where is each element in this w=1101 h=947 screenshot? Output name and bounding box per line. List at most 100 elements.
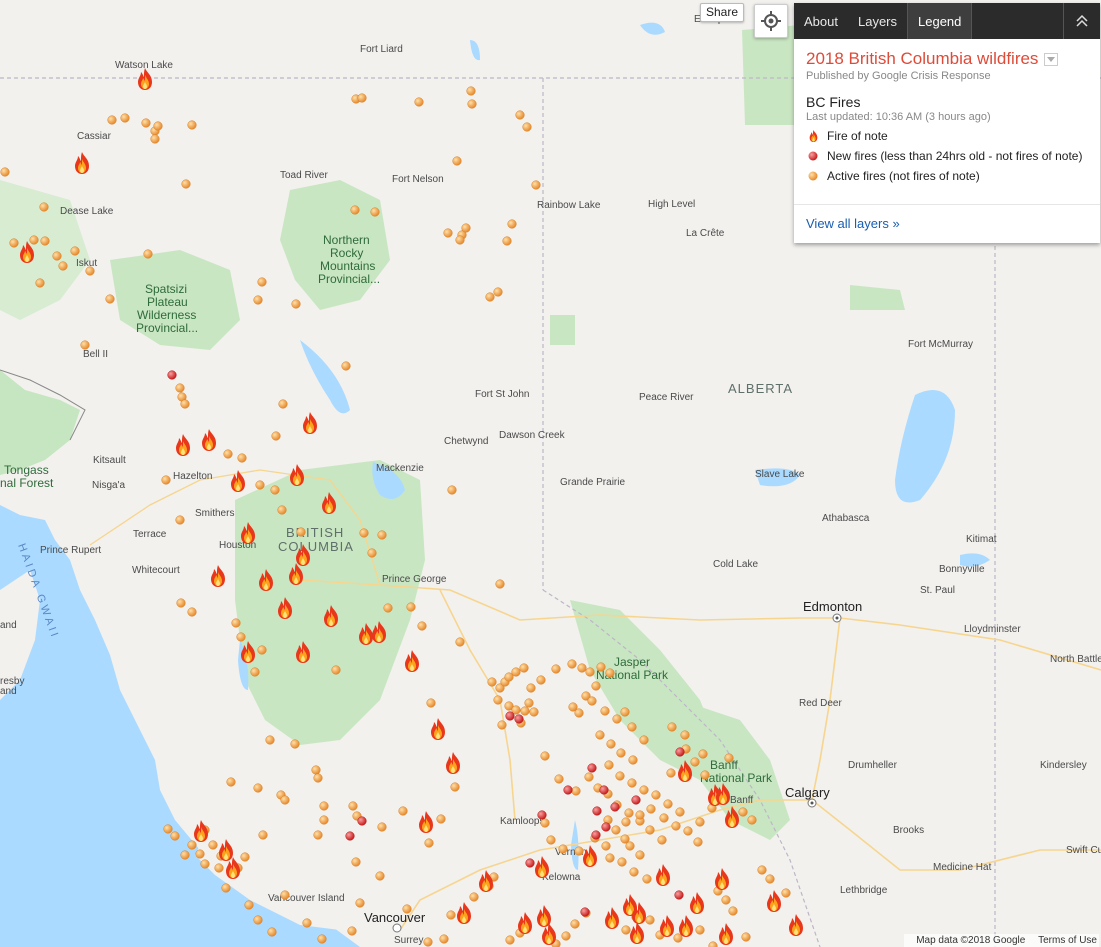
active-fire-marker[interactable] xyxy=(606,739,616,749)
active-fire-marker[interactable] xyxy=(721,895,731,905)
active-fire-marker[interactable] xyxy=(402,904,412,914)
active-fire-marker[interactable] xyxy=(120,113,130,123)
active-fire-marker[interactable] xyxy=(639,785,649,795)
active-fire-marker[interactable] xyxy=(522,122,532,132)
active-fire-marker[interactable] xyxy=(673,933,683,943)
active-fire-marker[interactable] xyxy=(502,236,512,246)
active-fire-marker[interactable] xyxy=(29,235,39,245)
active-fire-marker[interactable] xyxy=(267,927,277,937)
active-fire-marker[interactable] xyxy=(605,668,615,678)
active-fire-marker[interactable] xyxy=(574,708,584,718)
active-fire-marker[interactable] xyxy=(635,850,645,860)
active-fire-marker[interactable] xyxy=(645,825,655,835)
active-fire-marker[interactable] xyxy=(423,937,433,947)
active-fire-marker[interactable] xyxy=(236,632,246,642)
active-fire-marker[interactable] xyxy=(447,485,457,495)
active-fire-marker[interactable] xyxy=(350,205,360,215)
active-fire-marker[interactable] xyxy=(58,261,68,271)
active-fire-marker[interactable] xyxy=(170,831,180,841)
active-fire-marker[interactable] xyxy=(757,865,767,875)
new-fire-marker[interactable] xyxy=(345,831,355,841)
active-fire-marker[interactable] xyxy=(493,695,503,705)
active-fire-marker[interactable] xyxy=(290,739,300,749)
active-fire-marker[interactable] xyxy=(175,515,185,525)
active-fire-marker[interactable] xyxy=(621,925,631,935)
active-fire-marker[interactable] xyxy=(39,202,49,212)
active-fire-marker[interactable] xyxy=(591,681,601,691)
active-fire-marker[interactable] xyxy=(600,706,610,716)
active-fire-marker[interactable] xyxy=(439,934,449,944)
active-fire-marker[interactable] xyxy=(319,801,329,811)
new-fire-marker[interactable] xyxy=(601,822,611,832)
active-fire-marker[interactable] xyxy=(693,837,703,847)
active-fire-marker[interactable] xyxy=(577,663,587,673)
active-fire-marker[interactable] xyxy=(461,223,471,233)
active-fire-marker[interactable] xyxy=(493,287,503,297)
active-fire-marker[interactable] xyxy=(612,714,622,724)
new-fire-marker[interactable] xyxy=(167,370,177,380)
active-fire-marker[interactable] xyxy=(601,841,611,851)
active-fire-marker[interactable] xyxy=(466,86,476,96)
active-fire-marker[interactable] xyxy=(35,278,45,288)
active-fire-marker[interactable] xyxy=(278,399,288,409)
active-fire-marker[interactable] xyxy=(571,786,581,796)
active-fire-marker[interactable] xyxy=(280,890,290,900)
active-fire-marker[interactable] xyxy=(695,925,705,935)
active-fire-marker[interactable] xyxy=(561,931,571,941)
active-fire-marker[interactable] xyxy=(666,768,676,778)
active-fire-marker[interactable] xyxy=(546,835,556,845)
new-fire-marker[interactable] xyxy=(631,795,641,805)
tab-legend[interactable]: Legend xyxy=(907,3,973,39)
active-fire-marker[interactable] xyxy=(302,918,312,928)
active-fire-marker[interactable] xyxy=(181,179,191,189)
active-fire-marker[interactable] xyxy=(540,818,550,828)
active-fire-marker[interactable] xyxy=(724,753,734,763)
active-fire-marker[interactable] xyxy=(163,824,173,834)
active-fire-marker[interactable] xyxy=(367,548,377,558)
new-fire-marker[interactable] xyxy=(525,858,535,868)
active-fire-marker[interactable] xyxy=(455,235,465,245)
active-fire-marker[interactable] xyxy=(40,236,50,246)
active-fire-marker[interactable] xyxy=(620,707,630,717)
active-fire-marker[interactable] xyxy=(625,841,635,851)
active-fire-marker[interactable] xyxy=(605,853,615,863)
active-fire-marker[interactable] xyxy=(519,663,529,673)
active-fire-marker[interactable] xyxy=(642,874,652,884)
active-fire-marker[interactable] xyxy=(187,840,197,850)
active-fire-marker[interactable] xyxy=(175,383,185,393)
active-fire-marker[interactable] xyxy=(187,607,197,617)
tab-about[interactable]: About xyxy=(794,3,848,39)
active-fire-marker[interactable] xyxy=(485,292,495,302)
active-fire-marker[interactable] xyxy=(455,637,465,647)
active-fire-marker[interactable] xyxy=(347,926,357,936)
active-fire-marker[interactable] xyxy=(436,814,446,824)
active-fire-marker[interactable] xyxy=(675,807,685,817)
active-fire-marker[interactable] xyxy=(351,857,361,867)
active-fire-marker[interactable] xyxy=(551,664,561,674)
active-fire-marker[interactable] xyxy=(250,667,260,677)
active-fire-marker[interactable] xyxy=(616,748,626,758)
active-fire-marker[interactable] xyxy=(570,919,580,929)
active-fire-marker[interactable] xyxy=(52,251,62,261)
active-fire-marker[interactable] xyxy=(153,121,163,131)
active-fire-marker[interactable] xyxy=(698,749,708,759)
active-fire-marker[interactable] xyxy=(765,874,775,884)
active-fire-marker[interactable] xyxy=(319,815,329,825)
active-fire-marker[interactable] xyxy=(141,118,151,128)
active-fire-marker[interactable] xyxy=(747,815,757,825)
active-fire-marker[interactable] xyxy=(467,99,477,109)
active-fire-marker[interactable] xyxy=(635,810,645,820)
active-fire-marker[interactable] xyxy=(105,294,115,304)
active-fire-marker[interactable] xyxy=(406,602,416,612)
active-fire-marker[interactable] xyxy=(495,579,505,589)
active-fire-marker[interactable] xyxy=(143,249,153,259)
active-fire-marker[interactable] xyxy=(253,295,263,305)
active-fire-marker[interactable] xyxy=(253,915,263,925)
active-fire-marker[interactable] xyxy=(398,806,408,816)
active-fire-marker[interactable] xyxy=(257,277,267,287)
active-fire-marker[interactable] xyxy=(313,773,323,783)
active-fire-marker[interactable] xyxy=(176,598,186,608)
active-fire-marker[interactable] xyxy=(695,817,705,827)
active-fire-marker[interactable] xyxy=(317,934,327,944)
active-fire-marker[interactable] xyxy=(574,846,584,856)
